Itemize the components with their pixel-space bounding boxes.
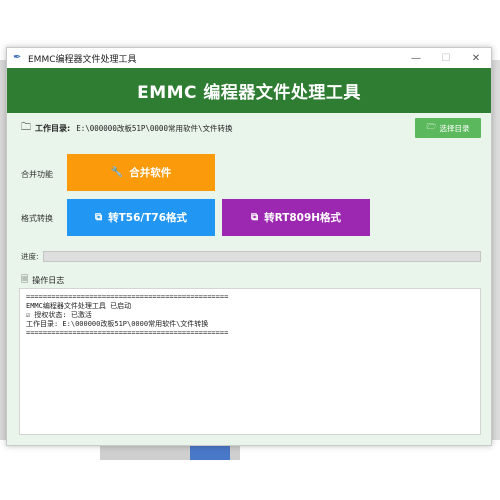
directory-row: 🗀 工作目录: E:\000000改板51P\0000常用软件\文件转换 🗁 选… <box>21 118 481 138</box>
window-controls: — ☐ ✕ <box>401 48 491 68</box>
app-header: EMMC 编程器文件处理工具 <box>7 68 491 113</box>
log-icon: 🗏 <box>21 275 29 285</box>
progress-bar <box>42 250 481 262</box>
log-title: 操作日志 <box>32 275 65 285</box>
minimize-icon[interactable]: — <box>401 48 431 68</box>
folder-open-icon: 🗁 <box>426 122 437 131</box>
convert-t56-label: 转T56/T76格式 <box>108 212 188 224</box>
app-window: ✒ EMMC编程器文件处理工具 — ☐ ✕ EMMC 编程器文件处理工具 🗀 工… <box>6 47 492 446</box>
convert-label: 格式转换 <box>21 214 53 223</box>
folder-icon: 🗀 <box>21 121 31 133</box>
close-icon[interactable]: ✕ <box>461 48 491 68</box>
select-directory-button[interactable]: 🗁 选择目录 <box>415 118 481 138</box>
wrench-icon: 🔧 <box>110 167 124 178</box>
progress-row: 进度: <box>21 250 481 262</box>
convert-rt809h-button[interactable]: ⧉ 转RT809H格式 <box>222 199 370 236</box>
merge-button-label: 合并软件 <box>129 167 172 179</box>
convert-icon: ⧉ <box>94 212 103 223</box>
convert-icon: ⧉ <box>250 212 259 223</box>
directory-path: E:\000000改板51P\0000常用软件\文件转换 <box>76 123 233 133</box>
log-line: EMMC编程器文件处理工具 已启动 <box>26 302 132 310</box>
convert-rt809h-label: 转RT809H格式 <box>264 212 342 224</box>
merge-label: 合并功能 <box>21 170 53 179</box>
log-line: ========================================… <box>26 293 229 301</box>
background-window-fragment <box>190 446 230 460</box>
title-bar[interactable]: ✒ EMMC编程器文件处理工具 — ☐ ✕ <box>7 48 491 68</box>
log-header: 🗏 操作日志 <box>21 272 64 288</box>
window-title: EMMC编程器文件处理工具 <box>28 54 137 65</box>
maximize-icon[interactable]: ☐ <box>431 48 461 68</box>
background-window-fragment <box>492 60 500 440</box>
merge-button[interactable]: 🔧 合并软件 <box>67 154 215 191</box>
log-textbox[interactable]: ========================================… <box>19 288 481 435</box>
feather-icon: ✒ <box>13 52 22 63</box>
select-directory-label: 选择目录 <box>439 123 470 133</box>
log-line: 工作目录: E:\000000改板51P\0000常用软件\文件转换 <box>26 320 209 328</box>
log-line: ☑ 授权状态: 已激活 <box>26 311 92 319</box>
log-line: ========================================… <box>26 329 229 337</box>
directory-label: 工作目录: <box>35 123 71 133</box>
progress-label: 进度: <box>21 251 39 261</box>
convert-t56-button[interactable]: ⧉ 转T56/T76格式 <box>67 199 215 236</box>
